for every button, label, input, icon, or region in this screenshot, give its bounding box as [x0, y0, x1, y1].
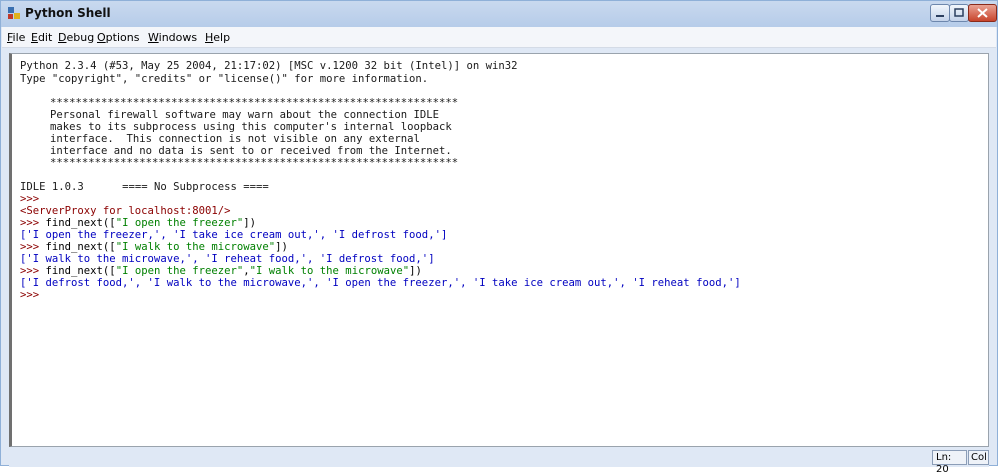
- idle-version: IDLE 1.0.3: [20, 181, 84, 193]
- menu-file[interactable]: File: [7, 31, 25, 44]
- close-button[interactable]: [968, 4, 997, 22]
- output-3: ['I defrost food,', 'I walk to the micro…: [20, 277, 741, 289]
- prompt-5: >>>: [20, 289, 40, 301]
- idle-status-line: IDLE 1.0.3 ==== No Subprocess ====: [20, 181, 269, 193]
- output-1: ['I open the freezer,', 'I take ice crea…: [20, 229, 448, 241]
- maximize-icon: [954, 8, 964, 17]
- column-indicator: Col: [968, 450, 989, 465]
- firewall-line-1: Personal firewall software may warn abou…: [50, 109, 440, 121]
- firewall-stars-top: ****************************************…: [50, 97, 459, 109]
- minimize-button[interactable]: [930, 4, 950, 22]
- line-indicator: Ln: 20: [932, 450, 967, 475]
- firewall-line-4: interface and no data is sent to or rece…: [50, 145, 452, 157]
- python-icon: [8, 7, 20, 19]
- command-3: >>> find_next(["I open the freezer","I w…: [20, 265, 422, 277]
- close-icon: [977, 8, 988, 18]
- firewall-stars-bottom: ****************************************…: [50, 157, 459, 169]
- menu-edit[interactable]: Edit: [31, 31, 52, 44]
- title-bar[interactable]: Python Shell: [1, 1, 997, 27]
- prompt-3: >>>: [20, 241, 40, 253]
- prompt-4: >>>: [20, 265, 40, 277]
- banner-info: Type "copyright", "credits" or "license(…: [20, 73, 429, 85]
- window-title: Python Shell: [25, 6, 111, 20]
- menu-help[interactable]: Help: [205, 31, 230, 44]
- shell-text-area[interactable]: Python 2.3.4 (#53, May 25 2004, 21:17:02…: [9, 53, 989, 447]
- menu-debug[interactable]: Debug: [58, 31, 94, 44]
- no-subprocess-label: ==== No Subprocess ====: [122, 181, 269, 193]
- command-1: >>> find_next(["I open the freezer"]): [20, 217, 257, 229]
- menu-options[interactable]: Options: [97, 31, 139, 44]
- menu-windows[interactable]: Windows: [148, 31, 197, 44]
- server-proxy-output: <ServerProxy for localhost:8001/>: [20, 205, 231, 217]
- minimize-icon: [936, 15, 944, 17]
- maximize-button[interactable]: [949, 4, 969, 22]
- prompt-2: >>>: [20, 217, 40, 229]
- firewall-line-3: interface. This connection is not visibl…: [50, 133, 420, 145]
- output-2: ['I walk to the microwave,', 'I reheat f…: [20, 253, 435, 265]
- firewall-line-2: makes to its subprocess using this compu…: [50, 121, 452, 133]
- python-shell-window: Python Shell File Edit Debug Options Win…: [0, 0, 998, 475]
- status-bar: Ln: 20 Col: [9, 447, 989, 475]
- command-2: >>> find_next(["I walk to the microwave"…: [20, 241, 288, 253]
- banner-version: Python 2.3.4 (#53, May 25 2004, 21:17:02…: [20, 60, 518, 72]
- prompt-1: >>>: [20, 193, 40, 205]
- menu-bar: File Edit Debug Options Windows Help: [2, 27, 996, 48]
